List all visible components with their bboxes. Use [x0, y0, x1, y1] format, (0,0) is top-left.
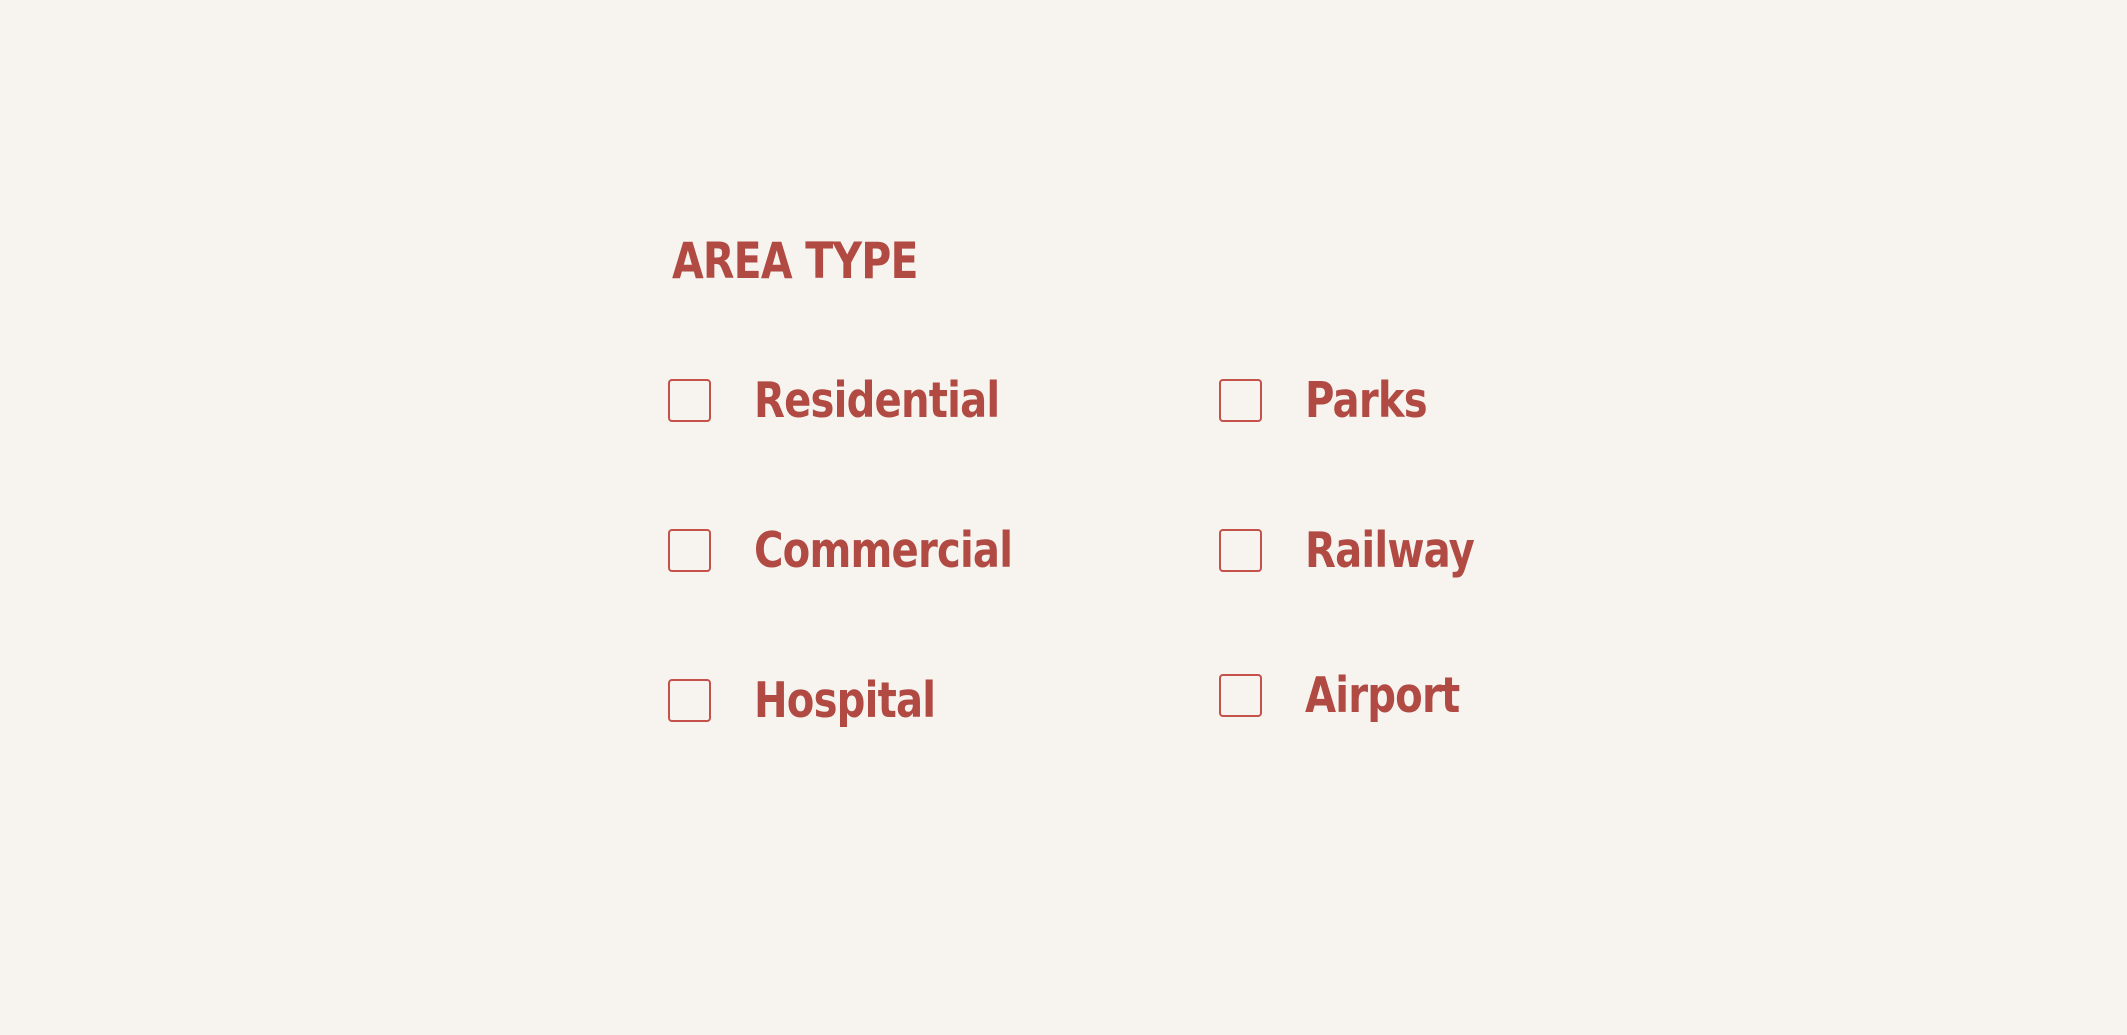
- option-label-hospital: Hospital: [754, 672, 936, 729]
- checkbox-hospital[interactable]: [668, 679, 711, 722]
- option-label-commercial: Commercial: [754, 522, 1013, 579]
- checkbox-railway[interactable]: [1219, 529, 1262, 572]
- option-label-residential: Residential: [754, 372, 1000, 429]
- area-type-filter: AREA TYPE Residential Commercial Hospita…: [0, 0, 2127, 1035]
- checkbox-residential[interactable]: [668, 379, 711, 422]
- option-label-airport: Airport: [1305, 667, 1460, 724]
- checkbox-airport[interactable]: [1219, 674, 1262, 717]
- option-label-railway: Railway: [1305, 522, 1475, 579]
- filter-title: AREA TYPE: [672, 232, 918, 290]
- checkbox-parks[interactable]: [1219, 379, 1262, 422]
- option-label-parks: Parks: [1305, 372, 1428, 429]
- checkbox-commercial[interactable]: [668, 529, 711, 572]
